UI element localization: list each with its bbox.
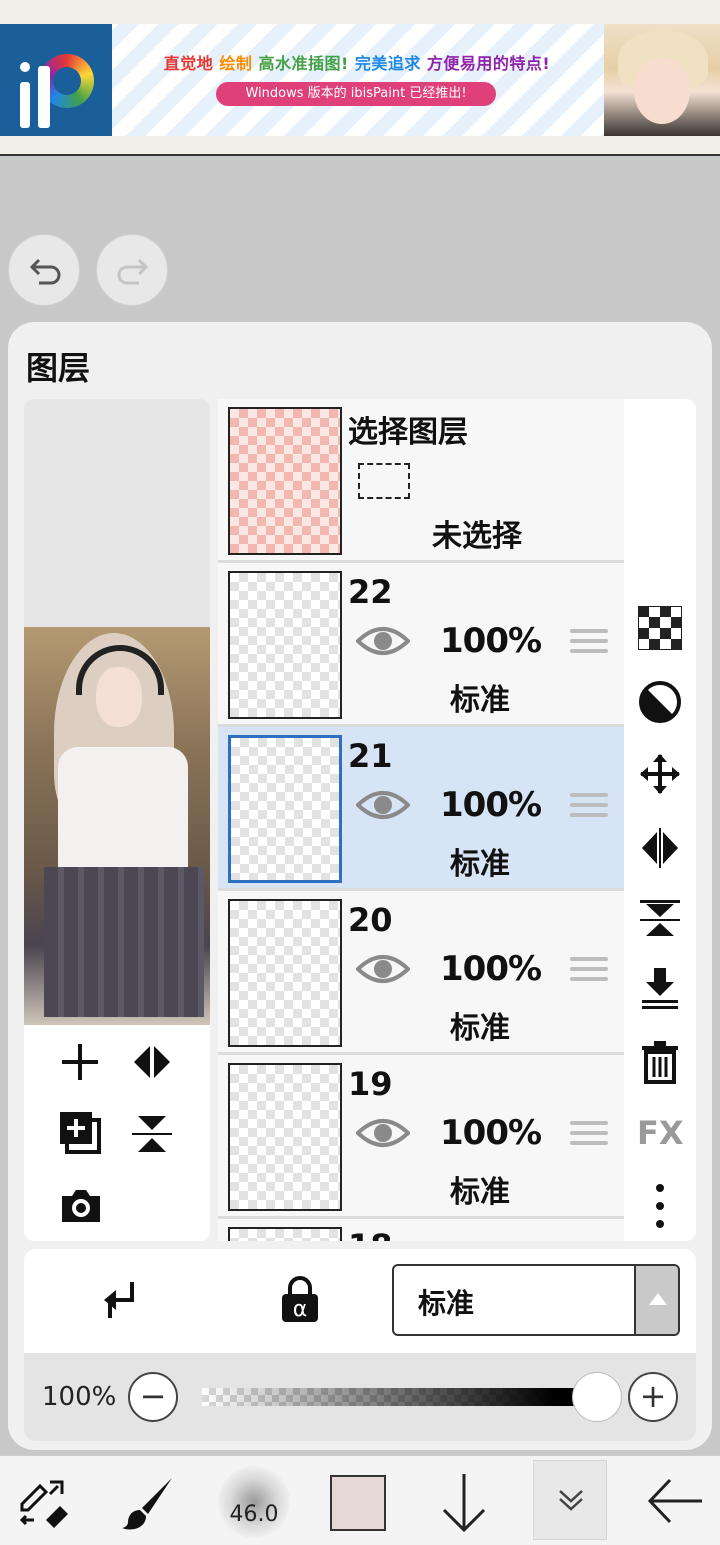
invert-icon[interactable] [638,680,682,724]
layer-number: 21 [348,737,393,775]
blend-mode-select[interactable]: 标准 [392,1264,680,1336]
canvas-preview-column [24,399,210,1241]
banner-portrait [604,24,720,136]
preview-skirt [44,867,204,1017]
logo-p [38,66,50,128]
flip-vertical-layer-icon[interactable] [130,1112,174,1156]
color-swatch[interactable] [330,1475,386,1531]
logo-dot [20,62,30,72]
svg-text:α: α [293,1297,308,1322]
layer-thumbnail [228,1063,342,1211]
layer-row[interactable]: 20 100% 标准 [218,891,624,1052]
duplicate-layer-icon[interactable] [58,1110,102,1156]
banner-headline-part: 完美追求 [354,54,421,73]
layer-blend-mode: 标准 [450,1011,510,1046]
undo-button[interactable] [8,234,80,306]
layer-number: 22 [348,573,393,611]
layer-row-selected[interactable]: 21 100% 标准 [218,727,624,888]
drag-handle-icon[interactable] [570,793,608,823]
layer-opacity: 100% [440,1113,542,1153]
collapse-panel-button[interactable] [533,1460,607,1540]
layer-thumbnail [228,735,342,883]
merge-down-icon[interactable] [638,966,682,1010]
panel-title: 图层 [26,349,91,387]
portrait-face [634,58,690,124]
opacity-increase-button[interactable]: + [628,1372,678,1422]
banner-headline-part: 方便易用的特点! [426,54,551,73]
layer-opacity: 100% [440,621,542,661]
selection-layer-thumbnail [228,407,342,555]
preview-blank-area [24,399,210,627]
alpha-lock-icon[interactable]: α [278,1276,322,1324]
blend-mode-value: 标准 [418,1287,475,1320]
redo-button[interactable] [96,234,168,306]
move-icon[interactable] [638,752,682,796]
layer-row[interactable]: 19 100% 标准 [218,1055,624,1216]
banner-divider [0,154,720,156]
selection-marquee-icon [358,463,410,499]
opacity-decrease-button[interactable]: − [128,1372,178,1422]
layer-thumbnail [228,571,342,719]
layer-thumbnail [228,899,342,1047]
visibility-eye-icon[interactable] [356,949,410,989]
layer-blend-mode: 标准 [450,847,510,882]
drag-handle-icon[interactable] [570,1121,608,1151]
double-chevron-down-icon [559,1490,583,1511]
selection-layer-row[interactable]: 选择图层 未选择 [218,399,624,560]
opacity-slider-track[interactable] [202,1388,616,1406]
clipping-icon[interactable] [96,1278,140,1324]
fx-button[interactable]: FX [637,1114,684,1152]
trash-icon[interactable] [640,1040,680,1084]
layer-blend-mode: 标准 [450,1175,510,1210]
opacity-label: 100% [42,1382,117,1412]
logo-i [20,82,30,128]
visibility-eye-icon[interactable] [356,621,410,661]
add-layer-icon[interactable] [58,1040,102,1084]
banner-subline: Windows 版本的 ibisPaint 已经推出! [216,82,496,106]
layer-blend-mode: 标准 [450,683,510,718]
back-arrow-icon[interactable] [646,1476,704,1526]
layer-row-partial[interactable]: 18 [218,1219,624,1241]
selection-layer-title: 选择图层 [348,415,468,450]
arrow-down-icon[interactable] [440,1472,488,1534]
visibility-eye-icon[interactable] [356,1113,410,1153]
selection-status: 未选择 [432,519,522,554]
chevron-up-icon [634,1266,678,1334]
canvas-preview-image[interactable] [24,627,210,1025]
drag-handle-icon[interactable] [570,957,608,987]
brush-icon[interactable] [118,1474,176,1532]
flip-horizontal-layer-icon[interactable] [130,1040,174,1084]
more-icon[interactable] [652,1182,668,1230]
visibility-eye-icon[interactable] [356,785,410,825]
ad-banner[interactable]: 直觉地 绘制 高水准插图! 完美追求 方便易用的特点! Windows 版本的 … [0,0,720,155]
banner-headline-part: 高水准插图! [258,54,349,73]
checker-icon[interactable] [638,606,682,650]
brush-size-button[interactable]: 46.0 [218,1466,290,1538]
flip-vertical-icon[interactable] [638,898,682,942]
flip-horizontal-icon[interactable] [638,826,682,870]
banner-headline-part: 绘制 [219,54,253,73]
tool-switch-icon[interactable] [16,1476,72,1530]
preview-shirt [58,747,188,877]
layer-list[interactable]: 选择图层 未选择 22 100% 标准 21 100% 标准 20 100% 标… [218,399,624,1241]
layer-opacity: 100% [440,785,542,825]
layer-opacity: 100% [440,949,542,989]
drag-handle-icon[interactable] [570,629,608,659]
undo-icon [29,258,61,285]
layer-row[interactable]: 22 100% 标准 [218,563,624,724]
opacity-slider-thumb[interactable] [572,1372,622,1422]
ibispaint-logo [0,24,112,136]
brush-size-value: 46.0 [229,1502,279,1527]
redo-icon [117,258,149,285]
layer-thumbnail [228,1227,342,1241]
layer-number: 19 [348,1065,393,1103]
layer-number: 20 [348,901,393,939]
layer-number: 18 [348,1227,393,1241]
camera-icon[interactable] [58,1186,104,1226]
banner-headline-part: 直觉地 [163,54,214,73]
banner-headline: 直觉地 绘制 高水准插图! 完美追求 方便易用的特点! [112,50,602,74]
